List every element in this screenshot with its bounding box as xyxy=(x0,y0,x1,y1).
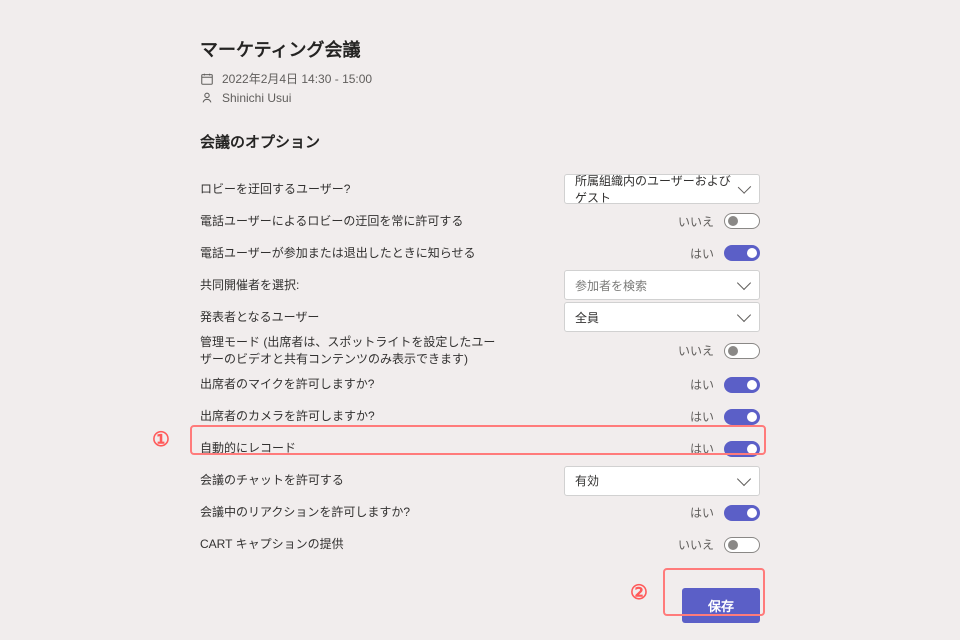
toggle-auto-record[interactable] xyxy=(724,441,760,457)
label-allow-mic: 出席者のマイクを許可しますか? xyxy=(200,376,374,393)
meeting-title: マーケティング会議 xyxy=(200,36,760,62)
meeting-organizer: Shinichi Usui xyxy=(222,91,291,105)
state-allow-reactions: はい xyxy=(686,504,714,521)
person-icon xyxy=(200,91,214,105)
label-presenters: 発表者となるユーザー xyxy=(200,309,319,326)
toggle-cart-captions[interactable] xyxy=(724,537,760,553)
label-allow-camera: 出席者のカメラを許可しますか? xyxy=(200,408,375,425)
label-spotlight-mode: 管理モード (出席者は、スポットライトを設定したユーザーのビデオと共有コンテンツ… xyxy=(200,334,500,368)
dropdown-co-organizers-placeholder: 参加者を検索 xyxy=(575,277,647,294)
row-auto-record: 自動的にレコード はい xyxy=(200,434,760,464)
label-cart-captions: CART キャプションの提供 xyxy=(200,536,344,553)
row-allow-camera: 出席者のカメラを許可しますか? はい xyxy=(200,402,760,432)
row-phone-lobby-always: 電話ユーザーによるロビーの迂回を常に許可する いいえ xyxy=(200,206,760,236)
calendar-icon xyxy=(200,72,214,86)
label-lobby-bypass: ロビーを迂回するユーザー? xyxy=(200,181,350,198)
label-allow-reactions: 会議中のリアクションを許可しますか? xyxy=(200,504,410,521)
meeting-organizer-line: Shinichi Usui xyxy=(200,91,760,105)
row-allow-mic: 出席者のマイクを許可しますか? はい xyxy=(200,370,760,400)
chevron-down-icon xyxy=(737,472,751,486)
dropdown-presenters[interactable]: 全員 xyxy=(564,302,760,332)
label-auto-record: 自動的にレコード xyxy=(200,440,296,457)
toggle-spotlight-mode[interactable] xyxy=(724,343,760,359)
state-spotlight-mode: いいえ xyxy=(678,342,714,359)
chevron-down-icon xyxy=(737,308,751,322)
state-allow-camera: はい xyxy=(686,408,714,425)
label-phone-join-notify: 電話ユーザーが参加または退出したときに知らせる xyxy=(200,245,476,262)
dropdown-lobby-bypass-value: 所属組織内のユーザーおよびゲスト xyxy=(575,172,740,206)
chevron-down-icon xyxy=(737,276,751,290)
row-presenters: 発表者となるユーザー 全員 xyxy=(200,302,760,332)
annotation-number-1: ① xyxy=(152,427,170,452)
dropdown-presenters-value: 全員 xyxy=(575,309,599,326)
state-cart-captions: いいえ xyxy=(678,536,714,553)
options-list: ロビーを迂回するユーザー? 所属組織内のユーザーおよびゲスト 電話ユーザーによる… xyxy=(200,174,760,560)
dropdown-co-organizers[interactable]: 参加者を検索 xyxy=(564,270,760,300)
row-lobby-bypass: ロビーを迂回するユーザー? 所属組織内のユーザーおよびゲスト xyxy=(200,174,760,204)
dropdown-meeting-chat[interactable]: 有効 xyxy=(564,466,760,496)
toggle-phone-join-notify[interactable] xyxy=(724,245,760,261)
row-cart-captions: CART キャプションの提供 いいえ xyxy=(200,530,760,560)
row-co-organizers: 共同開催者を選択: 参加者を検索 xyxy=(200,270,760,300)
meeting-datetime: 2022年2月4日 14:30 - 15:00 xyxy=(222,70,372,87)
footer: 保存 xyxy=(200,588,760,623)
section-heading: 会議のオプション xyxy=(200,131,760,152)
label-co-organizers: 共同開催者を選択: xyxy=(200,277,299,294)
row-allow-reactions: 会議中のリアクションを許可しますか? はい xyxy=(200,498,760,528)
state-allow-mic: はい xyxy=(686,376,714,393)
meeting-datetime-line: 2022年2月4日 14:30 - 15:00 xyxy=(200,70,760,87)
toggle-allow-camera[interactable] xyxy=(724,409,760,425)
save-button[interactable]: 保存 xyxy=(682,588,760,623)
state-auto-record: はい xyxy=(686,440,714,457)
dropdown-meeting-chat-value: 有効 xyxy=(575,472,599,489)
toggle-allow-reactions[interactable] xyxy=(724,505,760,521)
meeting-options-panel: マーケティング会議 2022年2月4日 14:30 - 15:00 Shinic… xyxy=(200,0,760,623)
row-meeting-chat: 会議のチャットを許可する 有効 xyxy=(200,466,760,496)
state-phone-join-notify: はい xyxy=(686,245,714,262)
label-meeting-chat: 会議のチャットを許可する xyxy=(200,472,344,489)
annotation-number-2: ② xyxy=(630,580,648,605)
toggle-allow-mic[interactable] xyxy=(724,377,760,393)
dropdown-lobby-bypass[interactable]: 所属組織内のユーザーおよびゲスト xyxy=(564,174,760,204)
row-phone-join-notify: 電話ユーザーが参加または退出したときに知らせる はい xyxy=(200,238,760,268)
state-phone-lobby-always: いいえ xyxy=(678,213,714,230)
row-spotlight-mode: 管理モード (出席者は、スポットライトを設定したユーザーのビデオと共有コンテンツ… xyxy=(200,334,760,368)
label-phone-lobby-always: 電話ユーザーによるロビーの迂回を常に許可する xyxy=(200,213,463,230)
toggle-phone-lobby-always[interactable] xyxy=(724,213,760,229)
